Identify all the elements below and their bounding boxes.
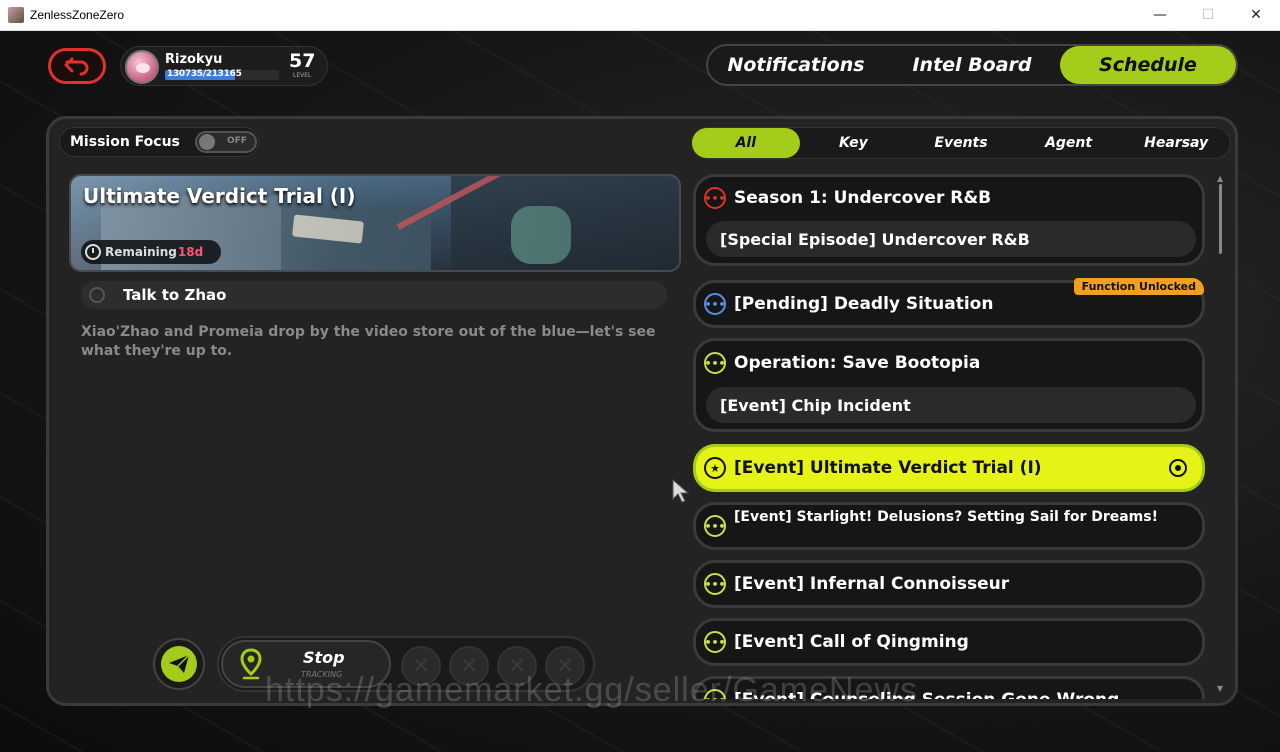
stop-label: Stop — [303, 648, 345, 667]
remaining-value: 18d — [177, 245, 204, 259]
avatar — [125, 50, 159, 84]
clock-icon — [85, 244, 101, 260]
objective-status-icon — [89, 287, 105, 303]
tracking-pin-icon — [1169, 459, 1187, 477]
quest-sub-item[interactable]: [Event] Chip Incident — [706, 387, 1196, 423]
quest-item[interactable]: ••• [Event] Call of Qingming — [693, 618, 1205, 666]
close-button[interactable]: ✕ — [1232, 0, 1280, 30]
filter-agent[interactable]: Agent — [1015, 128, 1123, 158]
dots-icon: ••• — [704, 631, 726, 653]
quest-item[interactable]: ••• Operation: Save Bootopia [Event] Chi… — [693, 338, 1205, 432]
objective-text: Talk to Zhao — [123, 286, 227, 304]
dots-icon: ••• — [704, 515, 726, 537]
player-profile[interactable]: Rizokyu 130735/213165 57 LEVEL — [120, 46, 328, 86]
window-controls: — ☐ ✕ — [1136, 0, 1280, 30]
back-button[interactable] — [48, 48, 106, 84]
objective-row: Talk to Zhao — [81, 281, 667, 309]
dots-icon: ••• — [704, 352, 726, 374]
game-viewport: Rizokyu 130735/213165 57 LEVEL Notificat… — [0, 31, 1280, 752]
quest-title: [Event] Ultimate Verdict Trial (I) — [734, 458, 1042, 478]
dots-icon: ••• — [704, 187, 726, 209]
tab-notifications[interactable]: Notifications — [708, 46, 884, 84]
event-banner: Ultimate Verdict Trial (I) Remaining 18d — [69, 174, 681, 272]
quest-title: Season 1: Undercover R&B — [734, 188, 992, 208]
mission-focus-toggle[interactable]: OFF — [195, 131, 257, 153]
remaining-label: Remaining — [105, 245, 177, 259]
quest-title: [Event] Call of Qingming — [734, 632, 969, 652]
remaining-time: Remaining 18d — [81, 240, 221, 264]
mission-focus: Mission Focus OFF — [59, 127, 259, 157]
toggle-state: OFF — [227, 136, 247, 146]
dots-icon: ••• — [704, 293, 726, 315]
filter-events[interactable]: Events — [907, 128, 1015, 158]
player-name: Rizokyu — [165, 52, 223, 67]
top-tabs: Notifications Intel Board Schedule — [706, 44, 1238, 86]
filter-key[interactable]: Key — [800, 128, 908, 158]
window-titlebar: ZenlessZoneZero — ☐ ✕ — [0, 0, 1280, 31]
share-button[interactable] — [153, 638, 205, 690]
mouse-cursor-icon — [672, 479, 690, 503]
minimize-button[interactable]: — — [1136, 0, 1184, 30]
schedule-panel: Mission Focus OFF Ultimate Verdict Trial… — [46, 116, 1238, 706]
quest-title: Operation: Save Bootopia — [734, 353, 981, 373]
star-icon: ★ — [704, 457, 726, 479]
paper-plane-icon — [169, 654, 190, 673]
toggle-knob — [199, 134, 215, 150]
quest-item[interactable]: ••• [Event] Starlight! Delusions? Settin… — [693, 502, 1205, 550]
quest-title: [Event] Infernal Connoisseur — [734, 574, 1010, 594]
scroll-down-icon[interactable]: ▼ — [1217, 684, 1223, 693]
quest-description: Xiao'Zhao and Promeia drop by the video … — [81, 324, 656, 359]
quest-item[interactable]: ••• [Event] Infernal Connoisseur — [693, 560, 1205, 608]
exp-value: 130735/213165 — [167, 69, 242, 79]
category-filters: All Key Events Agent Hearsay — [691, 127, 1231, 159]
player-level: 57 — [289, 50, 316, 72]
quest-title: [Pending] Deadly Situation — [734, 294, 994, 314]
back-arrow-icon — [64, 57, 89, 76]
scroll-up-icon[interactable]: ▲ — [1217, 174, 1223, 183]
event-title: Ultimate Verdict Trial (I) — [83, 184, 356, 208]
mission-focus-label: Mission Focus — [70, 134, 180, 150]
filter-all[interactable]: All — [692, 128, 800, 158]
tab-intel-board[interactable]: Intel Board — [884, 46, 1060, 84]
window-title: ZenlessZoneZero — [30, 8, 125, 22]
watermark-text: https://gamemarket.gg/seller/GameNews — [265, 671, 919, 709]
quest-item[interactable]: ••• [Pending] Deadly Situation Function … — [693, 278, 1205, 328]
quest-list: ••• Season 1: Undercover R&B [Special Ep… — [693, 174, 1205, 699]
function-unlocked-badge: Function Unlocked — [1073, 278, 1204, 295]
tab-schedule[interactable]: Schedule — [1060, 46, 1236, 84]
scroll-thumb[interactable] — [1219, 184, 1222, 254]
quest-item-selected[interactable]: ★ [Event] Ultimate Verdict Trial (I) — [693, 444, 1205, 492]
quest-title: [Event] Starlight! Delusions? Setting Sa… — [734, 509, 1158, 525]
dots-icon: ••• — [704, 573, 726, 595]
quest-item[interactable]: ••• Season 1: Undercover R&B [Special Ep… — [693, 174, 1205, 266]
level-label: LEVEL — [293, 72, 312, 79]
map-pin-icon — [240, 648, 262, 680]
maximize-button[interactable]: ☐ — [1184, 0, 1232, 30]
quest-sub-item[interactable]: [Special Episode] Undercover R&B — [706, 221, 1196, 257]
quest-scrollbar[interactable]: ▲ ▼ — [1217, 174, 1223, 694]
app-icon — [8, 7, 24, 23]
filter-hearsay[interactable]: Hearsay — [1122, 128, 1230, 158]
